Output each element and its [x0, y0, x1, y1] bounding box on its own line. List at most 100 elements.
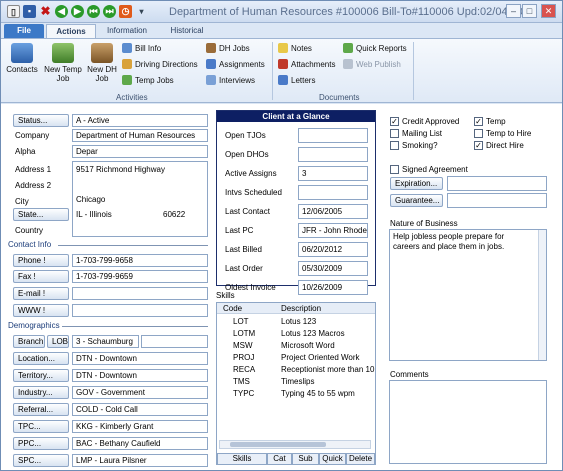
quick-reports-button[interactable]: Quick Reports: [343, 43, 407, 55]
status-button[interactable]: Status...: [13, 114, 69, 127]
glance-label: Active Assigns: [225, 169, 277, 178]
skills-grid[interactable]: Code Description LOT Lotus 123 LOTM Lotus 1…: [216, 302, 376, 465]
quick-button[interactable]: Quick: [319, 453, 346, 465]
location-button[interactable]: Location...: [13, 352, 69, 365]
back-icon[interactable]: ◀: [55, 5, 68, 18]
dh-jobs-button[interactable]: DH Jobs: [206, 43, 250, 55]
guarantee-field[interactable]: [447, 193, 547, 208]
branch-button[interactable]: Branch: [13, 335, 45, 348]
www-button[interactable]: WWW !: [13, 304, 69, 317]
ppc-field[interactable]: BAC - Bethany Caufield: [72, 437, 208, 450]
skill-row[interactable]: LOT Lotus 123: [217, 316, 375, 327]
expiration-button[interactable]: Expiration...: [390, 177, 443, 190]
email-button[interactable]: E-mail !: [13, 287, 69, 300]
first-icon[interactable]: ⏮: [87, 5, 100, 18]
tpc-field[interactable]: KKG - Kimberly Grant: [72, 420, 208, 433]
skill-row[interactable]: TMS Timeslips: [217, 376, 375, 387]
status-field[interactable]: A - Active: [72, 114, 208, 127]
assignments-button[interactable]: Assignments: [206, 59, 265, 71]
delete-icon[interactable]: ✖: [39, 5, 52, 18]
location-field[interactable]: DTN - Downtown: [72, 352, 208, 365]
mailing-list-label: Mailing List: [402, 129, 443, 138]
referral-button[interactable]: Referral...: [13, 403, 69, 416]
mailing-list-checkbox[interactable]: [390, 129, 399, 138]
credit-approved-checkbox[interactable]: ✓: [390, 117, 399, 126]
new-icon[interactable]: ▯: [7, 5, 20, 18]
lob-field[interactable]: [141, 335, 208, 348]
nature-of-business-textarea[interactable]: Help jobless people prepare for careers …: [389, 229, 547, 361]
tab-information[interactable]: Information: [98, 24, 156, 39]
code-column-header[interactable]: Code: [223, 303, 242, 314]
skill-code: LOTM: [233, 329, 256, 338]
skill-row[interactable]: PROJ Project Oriented Work: [217, 352, 375, 363]
maximize-button[interactable]: □: [522, 4, 537, 18]
temp-jobs-button[interactable]: Temp Jobs: [122, 75, 174, 87]
industry-button[interactable]: Industry...: [13, 386, 69, 399]
skill-row[interactable]: TYPC Typing 45 to 55 wpm: [217, 388, 375, 399]
skill-row[interactable]: LOTM Lotus 123 Macros: [217, 328, 375, 339]
save-icon[interactable]: ▪: [23, 5, 36, 18]
branch-field[interactable]: 3 - Schaumburg: [72, 335, 139, 348]
description-column-header[interactable]: Description: [281, 303, 321, 314]
temp-checkbox[interactable]: ✓: [474, 117, 483, 126]
comments-textarea[interactable]: [389, 380, 547, 464]
fax-field[interactable]: 1-703-799-9659: [72, 270, 208, 283]
company-field[interactable]: Department of Human Resources: [72, 129, 208, 142]
interviews-button[interactable]: Interviews: [206, 75, 255, 87]
skill-row[interactable]: RECA Receptionist more than 10: [217, 364, 375, 375]
expiration-field[interactable]: [447, 176, 547, 191]
scrollbar-thumb[interactable]: [230, 442, 326, 447]
fax-button[interactable]: Fax !: [13, 270, 69, 283]
signed-agreement-checkbox[interactable]: [390, 165, 399, 174]
web-publish-button[interactable]: Web Publish: [343, 59, 401, 71]
tpc-button[interactable]: TPC...: [13, 420, 69, 433]
temp-to-hire-checkbox[interactable]: [474, 129, 483, 138]
new-temp-job-button[interactable]: New Temp Job: [42, 43, 84, 83]
bill-info-button[interactable]: Bill Info: [122, 43, 161, 55]
phone-button[interactable]: Phone !: [13, 254, 69, 267]
attachments-button[interactable]: Attachments: [278, 59, 335, 71]
lob-button[interactable]: LOB: [47, 335, 69, 348]
guarantee-button[interactable]: Guarantee...: [390, 194, 443, 207]
phone-field[interactable]: 1-703-799-9658: [72, 254, 208, 267]
alpha-field[interactable]: Depar: [72, 145, 208, 158]
state-button[interactable]: State...: [13, 208, 69, 221]
dh-jobs-icon: [206, 43, 216, 53]
delete-button[interactable]: Delete: [346, 453, 375, 465]
spc-field[interactable]: LMP - Laura Pilsner: [72, 454, 208, 467]
spc-button[interactable]: SPC...: [13, 454, 69, 467]
sub-button[interactable]: Sub: [292, 453, 319, 465]
territory-button[interactable]: Territory...: [13, 369, 69, 382]
close-button[interactable]: ✕: [541, 4, 556, 18]
skills-button[interactable]: Skills: [217, 453, 267, 465]
notes-button[interactable]: Notes: [278, 43, 312, 55]
horizontal-scrollbar[interactable]: [219, 440, 371, 449]
skill-row[interactable]: MSW Microsoft Word: [217, 340, 375, 351]
ppc-button[interactable]: PPC...: [13, 437, 69, 450]
forward-icon[interactable]: ▶: [71, 5, 84, 18]
cat-button[interactable]: Cat: [267, 453, 292, 465]
contacts-button[interactable]: Contacts: [5, 43, 39, 74]
www-field[interactable]: [72, 304, 208, 317]
skills-button-bar: Skills Cat Sub Quick Delete: [217, 453, 375, 465]
driving-directions-button[interactable]: Driving Directions: [122, 59, 198, 71]
industry-field[interactable]: GOV - Government: [72, 386, 208, 399]
tab-file[interactable]: File: [4, 24, 44, 39]
assignments-icon: [206, 59, 216, 69]
smoking-checkbox[interactable]: [390, 141, 399, 150]
referral-field[interactable]: COLD - Cold Call: [72, 403, 208, 416]
dropdown-icon[interactable]: ▾: [135, 5, 148, 18]
tab-actions[interactable]: Actions: [46, 24, 96, 39]
tab-historical[interactable]: Historical: [160, 24, 214, 39]
letters-button[interactable]: Letters: [278, 75, 315, 87]
glance-value: 3: [298, 166, 368, 181]
email-field[interactable]: [72, 287, 208, 300]
minimize-button[interactable]: –: [506, 4, 521, 18]
last-icon[interactable]: ⏭: [103, 5, 116, 18]
vertical-scrollbar[interactable]: [538, 230, 546, 360]
schedule-icon[interactable]: ◷: [119, 5, 132, 18]
territory-field[interactable]: DTN - Downtown: [72, 369, 208, 382]
direct-hire-checkbox[interactable]: ✓: [474, 141, 483, 150]
new-dh-job-button[interactable]: New DH Job: [85, 43, 119, 83]
address-block[interactable]: 9517 Richmond Highway Chicago IL - Illin…: [72, 161, 208, 237]
